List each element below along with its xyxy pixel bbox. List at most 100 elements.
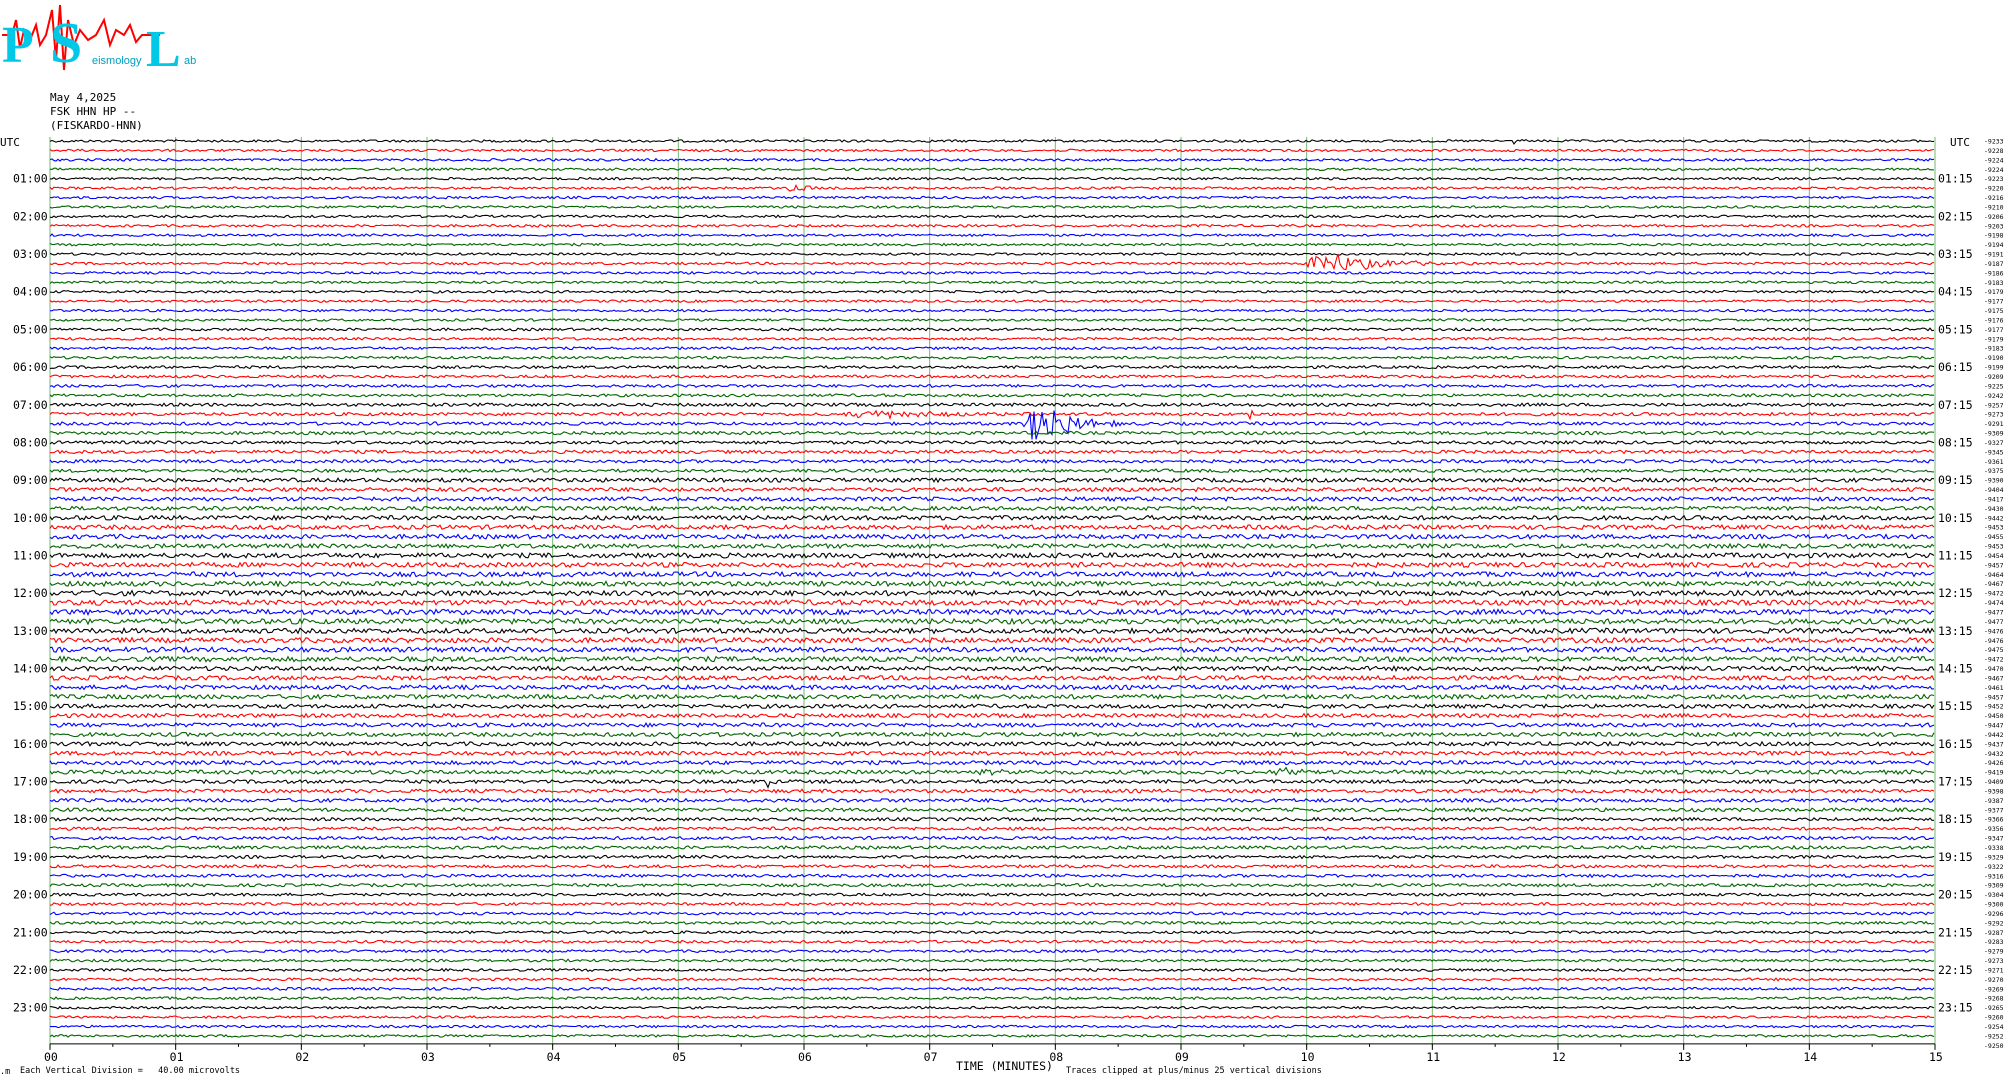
trace-offset: -9176 xyxy=(1984,316,2004,324)
seismic-trace xyxy=(49,364,1935,370)
time-tick-label: 13 xyxy=(1678,1050,1692,1064)
seismic-trace xyxy=(49,327,1935,332)
seismic-trace xyxy=(49,977,1935,982)
hour-label-right: 04:15 xyxy=(1938,285,1973,299)
hour-label-left: 07:00 xyxy=(13,398,48,412)
hour-label-right: 22:15 xyxy=(1938,963,1973,977)
time-tick-label: 01 xyxy=(170,1050,184,1064)
seismic-trace xyxy=(49,430,1935,436)
trace-offset: -9398 xyxy=(1984,787,2004,795)
trace-offset: -9210 xyxy=(1984,203,2004,211)
hour-label-left: 21:00 xyxy=(13,925,48,939)
time-tick-label: 15 xyxy=(1929,1050,1943,1064)
seismic-trace xyxy=(49,148,1935,153)
trace-offset: -9457 xyxy=(1984,693,2004,701)
hour-label-right: 17:15 xyxy=(1938,775,1973,789)
seismogram-plot: 01:00 02:00 03:00 04:00 05:00 06:00 07:00 08:00… xyxy=(0,136,2004,1073)
seismic-trace xyxy=(49,270,1935,275)
trace-offset: -9417 xyxy=(1984,495,2004,503)
seismic-trace xyxy=(49,580,1935,588)
hour-label-right: 18:15 xyxy=(1938,812,1973,826)
trace-offset: -9252 xyxy=(1984,1032,2004,1040)
seismic-trace xyxy=(49,183,1935,192)
seismic-trace xyxy=(49,816,1934,822)
trace-offset: -9409 xyxy=(1984,778,2004,786)
time-tick-label: 05 xyxy=(672,1050,686,1064)
seismic-trace xyxy=(49,561,1935,569)
hour-label-right: 06:15 xyxy=(1938,360,1973,374)
hour-label-right: 16:15 xyxy=(1938,737,1973,751)
hour-label-right: 01:15 xyxy=(1938,172,1973,186)
corner-mark: .m xyxy=(0,1067,11,1077)
seismic-trace xyxy=(49,252,1935,257)
hour-label-right: 03:15 xyxy=(1938,247,1973,261)
trace-offset: -9387 xyxy=(1984,797,2004,805)
trace-offset: -9309 xyxy=(1984,882,2004,890)
trace-offset: -9452 xyxy=(1984,703,2004,711)
seismic-trace xyxy=(49,336,1935,342)
hour-label-left: 15:00 xyxy=(13,699,48,713)
seismic-trace xyxy=(49,523,1935,531)
trace-offset: -9442 xyxy=(1984,514,2004,522)
utc-label-left: UTC xyxy=(0,136,20,149)
seismic-trace xyxy=(49,766,1935,777)
time-tick-label: 11 xyxy=(1426,1050,1440,1064)
seismic-trace xyxy=(49,778,1935,789)
seismic-trace xyxy=(49,911,1935,916)
trace-offset: -9225 xyxy=(1984,382,2004,390)
seismic-trace xyxy=(49,703,1935,710)
time-tick-label: 03 xyxy=(421,1050,435,1064)
hour-label-left: 03:00 xyxy=(13,247,48,261)
hour-label-right: 14:15 xyxy=(1938,662,1973,676)
trace-offset: -9309 xyxy=(1984,430,2004,438)
trace-offset: -9455 xyxy=(1984,533,2004,541)
seismic-trace xyxy=(50,449,1935,455)
clip-note: Traces clipped at plus/minus 25 vertical… xyxy=(1066,1066,1322,1076)
trace-offset: -9461 xyxy=(1984,684,2004,692)
seismic-trace xyxy=(49,374,1935,379)
trace-offset: -9322 xyxy=(1984,863,2004,871)
hour-label-right: 23:15 xyxy=(1938,1001,1973,1015)
trace-offset: -9177 xyxy=(1984,326,2004,334)
seismic-trace xyxy=(49,655,1935,664)
seismic-trace xyxy=(49,835,1935,841)
hour-label-left: 09:00 xyxy=(13,473,48,487)
trace-offset: -9265 xyxy=(1984,1004,2004,1012)
trace-offset: -9254 xyxy=(1984,1023,2004,1031)
seismic-trace xyxy=(49,477,1935,484)
trace-offset: -9206 xyxy=(1984,213,2004,221)
seismic-trace xyxy=(49,505,1935,512)
trace-offset: -9327 xyxy=(1984,439,2004,447)
trace-offset: -9292 xyxy=(1984,919,2004,927)
trace-offset: -9283 xyxy=(1984,938,2004,946)
seismic-trace xyxy=(49,458,1935,464)
seismic-trace xyxy=(49,308,1935,313)
hour-label-left: 18:00 xyxy=(13,812,48,826)
seismic-trace xyxy=(49,844,1935,850)
trace-offset: -9470 xyxy=(1984,665,2004,673)
hour-label-right: 09:15 xyxy=(1938,473,1973,487)
trace-offset: -9183 xyxy=(1984,279,2004,287)
seismic-trace xyxy=(50,317,1935,323)
hour-label-right: 13:15 xyxy=(1938,624,1973,638)
trace-offset: -9296 xyxy=(1984,910,2004,918)
trace-offset: -9233 xyxy=(1984,138,2004,146)
seismic-trace xyxy=(49,289,1935,294)
hour-label-left: 13:00 xyxy=(13,624,48,638)
seismic-trace xyxy=(49,299,1935,304)
seismic-trace xyxy=(49,854,1935,860)
seismic-trace xyxy=(49,996,1935,1001)
trace-offset: -9257 xyxy=(1984,401,2004,409)
time-tick-label: 06 xyxy=(798,1050,812,1064)
seismic-trace xyxy=(49,410,1935,440)
seismic-trace xyxy=(49,665,1935,672)
seismic-trace xyxy=(49,393,1935,398)
trace-offset: -9419 xyxy=(1984,769,2004,777)
trace-offset: -9191 xyxy=(1984,251,2004,259)
trace-offset: -9179 xyxy=(1984,335,2004,343)
trace-offset: -9442 xyxy=(1984,731,2004,739)
time-tick-label: 07 xyxy=(924,1050,938,1064)
trace-offset: -9190 xyxy=(1984,354,2004,362)
seismic-trace xyxy=(49,1024,1935,1029)
seismic-trace xyxy=(49,901,1935,907)
